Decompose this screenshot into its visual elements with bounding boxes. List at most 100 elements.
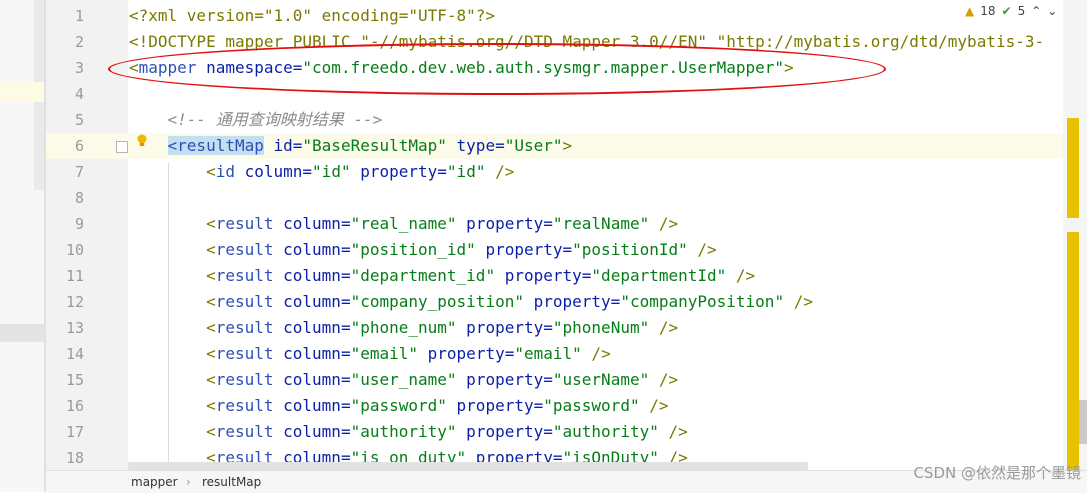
code-text[interactable]: <result column="company_position" proper… xyxy=(129,289,813,315)
code-line[interactable]: 1 <?xml version="1.0" encoding="UTF-8"?> xyxy=(0,3,1063,29)
line-number: 13 xyxy=(65,319,84,337)
code-token: result xyxy=(215,318,274,337)
code-token: property xyxy=(456,422,544,441)
code-token: property xyxy=(495,266,582,285)
code-token: property xyxy=(418,344,505,363)
line-number: 2 xyxy=(74,33,84,51)
code-token: /> xyxy=(581,344,611,363)
watermark: CSDN @依然是那个墨镜 xyxy=(913,464,1081,482)
code-text[interactable]: <result column="position_id" property="p… xyxy=(129,237,717,263)
horizontal-scrollbar[interactable] xyxy=(128,462,808,470)
warning-triangle-icon: ▲ xyxy=(965,4,975,18)
code-text[interactable]: <result column="user_name" property="use… xyxy=(129,367,678,393)
code-line[interactable]: 7 <id column="id" property="id" /> xyxy=(0,159,1063,185)
code-token: = xyxy=(543,214,553,233)
line-number: 11 xyxy=(65,267,84,285)
code-token: = xyxy=(543,370,553,389)
chevron-up-icon[interactable]: ⌃ xyxy=(1031,4,1041,18)
code-token: property xyxy=(456,214,544,233)
code-token: < xyxy=(129,396,216,415)
code-token: = xyxy=(340,240,351,259)
code-token: "company_position" xyxy=(350,292,524,311)
code-text[interactable]: <result column="phone_num" property="pho… xyxy=(129,315,678,341)
code-text[interactable]: <?xml version="1.0" encoding="UTF-8"?> xyxy=(129,3,495,29)
code-token: result xyxy=(215,214,274,233)
code-token: < xyxy=(129,318,216,337)
line-number: 9 xyxy=(74,215,84,233)
code-token: "user_name" xyxy=(350,370,457,389)
line-number: 14 xyxy=(65,345,84,363)
breadcrumb-item-mapper[interactable]: mapper xyxy=(131,475,178,489)
code-token: column xyxy=(273,214,341,233)
code-token: type xyxy=(446,136,496,155)
code-text[interactable]: <result column="authority" property="aut… xyxy=(129,419,688,445)
code-text[interactable]: <resultMap id="BaseResultMap" type="User… xyxy=(129,133,572,159)
breadcrumb-item-resultmap[interactable]: resultMap xyxy=(202,475,261,489)
fold-toggle-icon[interactable] xyxy=(116,141,128,153)
scroll-thumb[interactable] xyxy=(1079,400,1087,444)
line-number: 12 xyxy=(65,293,84,311)
lightbulb-icon[interactable] xyxy=(136,134,148,148)
code-token: id xyxy=(215,162,235,181)
code-token: /> xyxy=(726,266,756,285)
code-line[interactable]: 13 <result column="phone_num" property="… xyxy=(0,315,1063,341)
code-token: "id" xyxy=(312,162,351,181)
code-token: = xyxy=(340,396,351,415)
code-token: result xyxy=(215,396,274,415)
code-line[interactable]: 11 <result column="department_id" proper… xyxy=(0,263,1063,289)
code-line[interactable]: 8 xyxy=(0,185,1063,211)
code-token: result xyxy=(215,422,274,441)
code-token: /> xyxy=(649,370,679,389)
code-token: property xyxy=(523,292,611,311)
code-token: column xyxy=(273,266,341,285)
code-token: "phoneNum" xyxy=(552,318,650,337)
code-line[interactable]: 5 <!-- 通用查询映射结果 --> xyxy=(0,107,1063,133)
code-token: = xyxy=(340,344,351,363)
code-text[interactable]: <id column="id" property="id" /> xyxy=(129,159,514,185)
warning-marker[interactable] xyxy=(1067,118,1079,218)
code-text[interactable]: <result column="real_name" property="rea… xyxy=(129,211,678,237)
code-line[interactable]: 10 <result column="position_id" property… xyxy=(0,237,1063,263)
warning-marker[interactable] xyxy=(1067,232,1079,470)
code-token: = xyxy=(340,214,351,233)
code-token: = xyxy=(292,136,303,155)
code-token: "position_id" xyxy=(350,240,476,259)
code-line[interactable]: 6 <resultMap id="BaseResultMap" type="Us… xyxy=(0,133,1063,159)
line-number: 16 xyxy=(65,397,84,415)
code-token: = xyxy=(610,292,621,311)
code-token: < xyxy=(129,422,216,441)
code-token: "password" xyxy=(350,396,447,415)
code-token: "userName" xyxy=(552,370,650,389)
code-token: "department_id" xyxy=(350,266,496,285)
code-line[interactable]: 12 <result column="company_position" pro… xyxy=(0,289,1063,315)
line-number: 8 xyxy=(74,189,84,207)
line-number: 6 xyxy=(74,137,84,155)
code-token: property xyxy=(350,162,438,181)
code-token: = xyxy=(302,162,313,181)
code-token: property xyxy=(475,240,563,259)
breadcrumb-separator: › xyxy=(186,475,191,489)
code-line[interactable]: 15 <result column="user_name" property="… xyxy=(0,367,1063,393)
code-token: = xyxy=(543,318,553,337)
code-text[interactable]: <!-- 通用查询映射结果 --> xyxy=(129,107,383,133)
code-line[interactable]: 14 <result column="email" property="emai… xyxy=(0,341,1063,367)
code-text[interactable]: <result column="password" property="pass… xyxy=(129,393,668,419)
line-number: 1 xyxy=(74,7,84,25)
code-token: <resultMap xyxy=(167,136,264,155)
code-token: column xyxy=(234,162,303,181)
code-token: /> xyxy=(485,162,515,181)
code-line[interactable]: 17 <result column="authority" property="… xyxy=(0,419,1063,445)
code-line[interactable]: 16 <result column="password" property="p… xyxy=(0,393,1063,419)
chevron-down-icon[interactable]: ⌄ xyxy=(1047,4,1057,18)
code-text[interactable]: <result column="department_id" property=… xyxy=(129,263,755,289)
inspection-widget[interactable]: ▲ 18 ✔ 5 ⌃ ⌄ xyxy=(965,4,1057,18)
code-token: = xyxy=(340,370,351,389)
code-token: "email" xyxy=(350,344,419,363)
code-token: "realName" xyxy=(552,214,650,233)
code-text[interactable]: <result column="email" property="email" … xyxy=(129,341,611,367)
code-token: /> xyxy=(687,240,717,259)
code-line[interactable]: 9 <result column="real_name" property="r… xyxy=(0,211,1063,237)
ok-count: 5 xyxy=(1017,4,1026,18)
code-token: column xyxy=(273,370,341,389)
